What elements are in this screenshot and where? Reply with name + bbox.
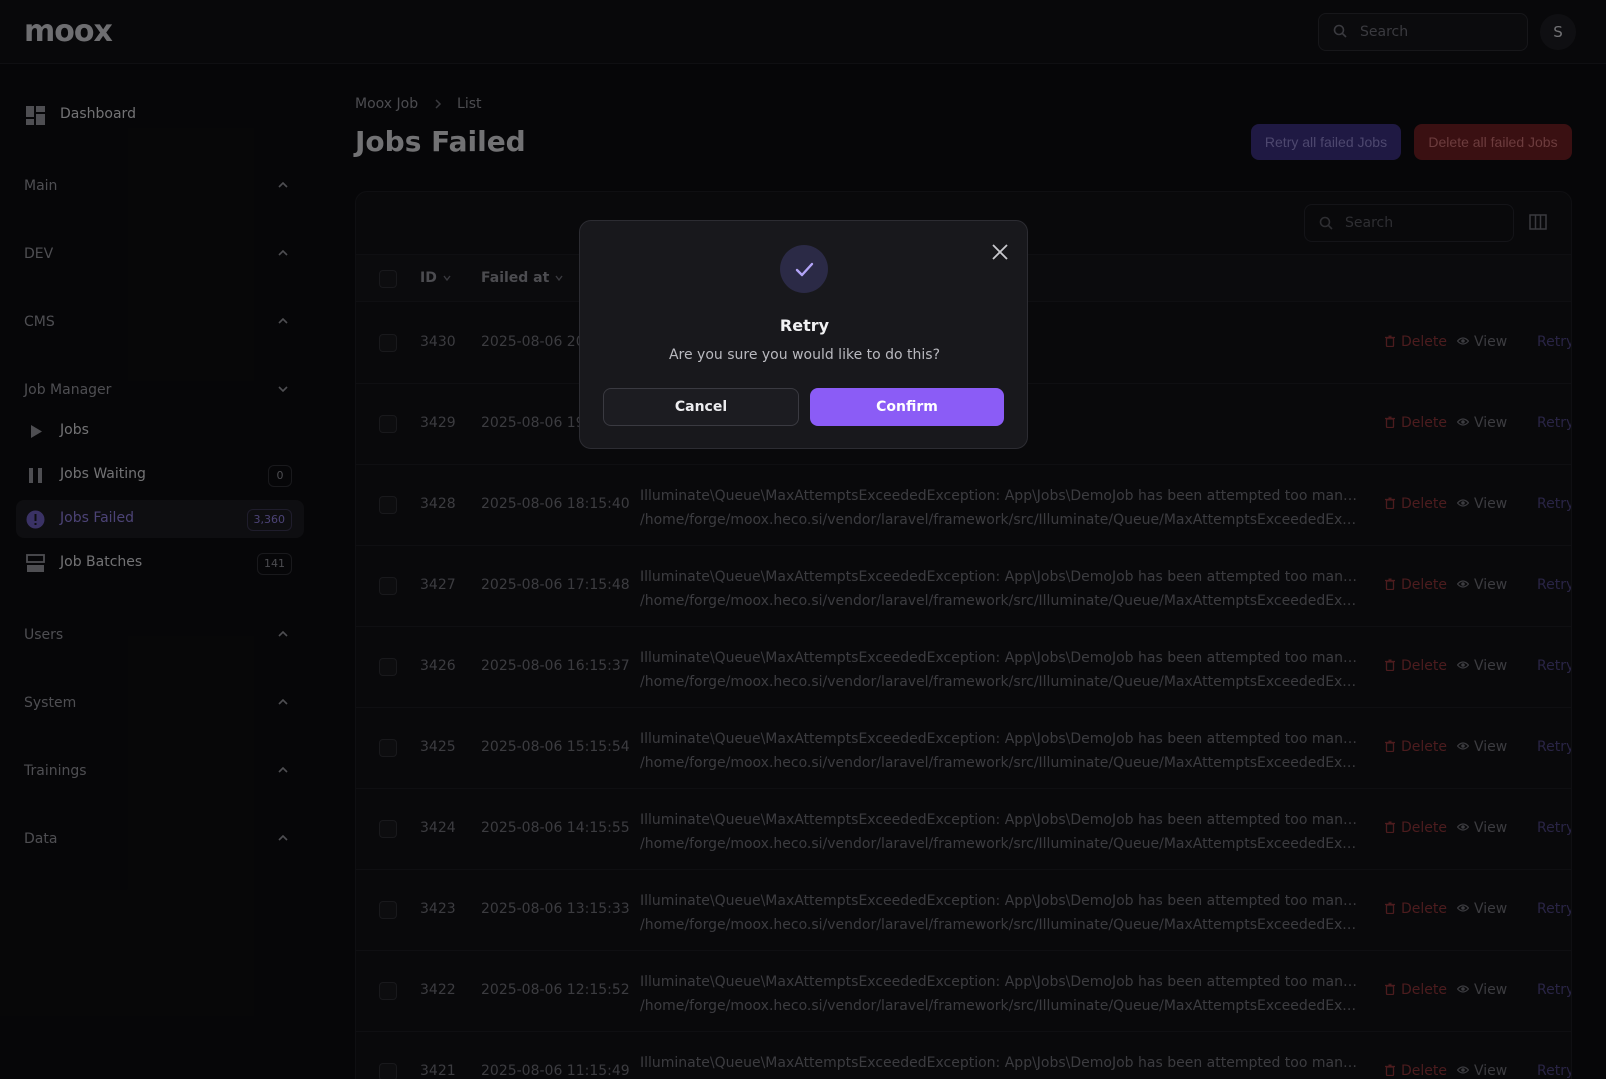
retry-confirmation-dialog: Retry Are you sure you would like to do … (579, 220, 1028, 449)
dialog-description: Are you sure you would like to do this? (668, 347, 941, 363)
confirm-button[interactable]: Confirm (810, 388, 1004, 426)
cancel-button[interactable]: Cancel (603, 388, 799, 426)
check-icon (780, 245, 828, 293)
close-icon[interactable] (991, 243, 1009, 261)
modal-backdrop[interactable] (0, 0, 1606, 1079)
dialog-title: Retry (779, 316, 830, 335)
